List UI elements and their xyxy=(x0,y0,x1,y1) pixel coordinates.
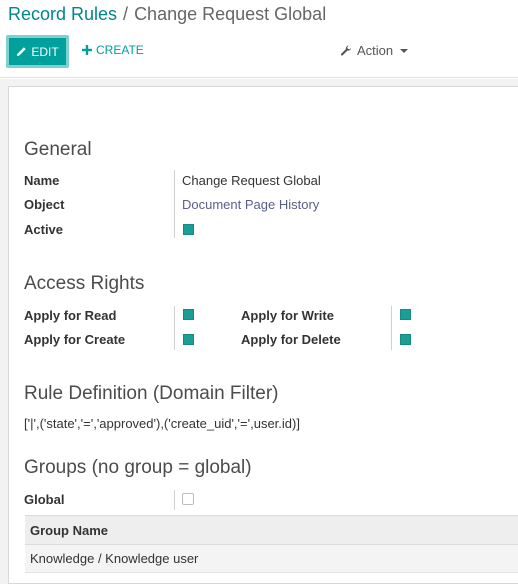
create-button-label: CREATE xyxy=(96,43,144,57)
apply-read-checkbox[interactable] xyxy=(183,309,194,320)
edit-button-label: EDIT xyxy=(31,44,59,59)
apply-write-checkbox[interactable] xyxy=(400,309,411,320)
pencil-icon xyxy=(17,47,27,57)
apply-delete-label: Apply for Delete xyxy=(241,332,341,347)
action-dropdown[interactable]: Action xyxy=(340,43,409,58)
chevron-down-icon xyxy=(400,48,409,53)
object-label: Object xyxy=(24,197,65,212)
groups-table: Group Name Knowledge / Knowledge user xyxy=(25,515,518,573)
general-field-separator xyxy=(174,170,175,238)
apply-write-label: Apply for Write xyxy=(241,308,334,323)
plus-icon xyxy=(82,45,92,55)
global-label: Global xyxy=(24,492,65,507)
breadcrumb-separator: / xyxy=(123,4,129,24)
global-checkbox[interactable] xyxy=(182,493,194,505)
rule-definition-section-title: Rule Definition (Domain Filter) xyxy=(24,383,279,404)
access-separator-right xyxy=(391,306,392,350)
table-row[interactable]: Knowledge / Knowledge user xyxy=(25,545,518,573)
breadcrumb: Record Rules / Change Request Global xyxy=(8,4,326,25)
global-field-separator xyxy=(174,490,175,510)
wrench-icon xyxy=(340,45,351,56)
control-panel: Record Rules / Change Request Global EDIT … xyxy=(0,0,518,78)
name-label: Name xyxy=(24,173,60,188)
active-checkbox[interactable] xyxy=(183,224,194,235)
apply-create-label: Apply for Create xyxy=(24,332,126,347)
name-value: Change Request Global xyxy=(182,173,321,188)
table-header-group-name[interactable]: Group Name xyxy=(25,515,518,545)
general-section-title: General xyxy=(24,139,92,160)
breadcrumb-current: Change Request Global xyxy=(134,4,327,24)
edit-button[interactable]: EDIT xyxy=(6,35,69,68)
active-label: Active xyxy=(24,222,64,237)
object-link[interactable]: Document Page History xyxy=(182,197,319,212)
apply-create-checkbox[interactable] xyxy=(183,334,194,345)
apply-delete-checkbox[interactable] xyxy=(400,334,411,345)
apply-read-label: Apply for Read xyxy=(24,308,117,323)
create-button[interactable]: CREATE xyxy=(82,43,144,57)
breadcrumb-record-rules-link[interactable]: Record Rules xyxy=(8,4,117,24)
access-separator-left xyxy=(174,306,175,350)
action-dropdown-label: Action xyxy=(357,43,394,58)
access-rights-section-title: Access Rights xyxy=(24,273,145,294)
domain-filter-value: ['|',('state','=','approved'),('create_u… xyxy=(24,416,300,431)
groups-section-title: Groups (no group = global) xyxy=(24,457,252,478)
